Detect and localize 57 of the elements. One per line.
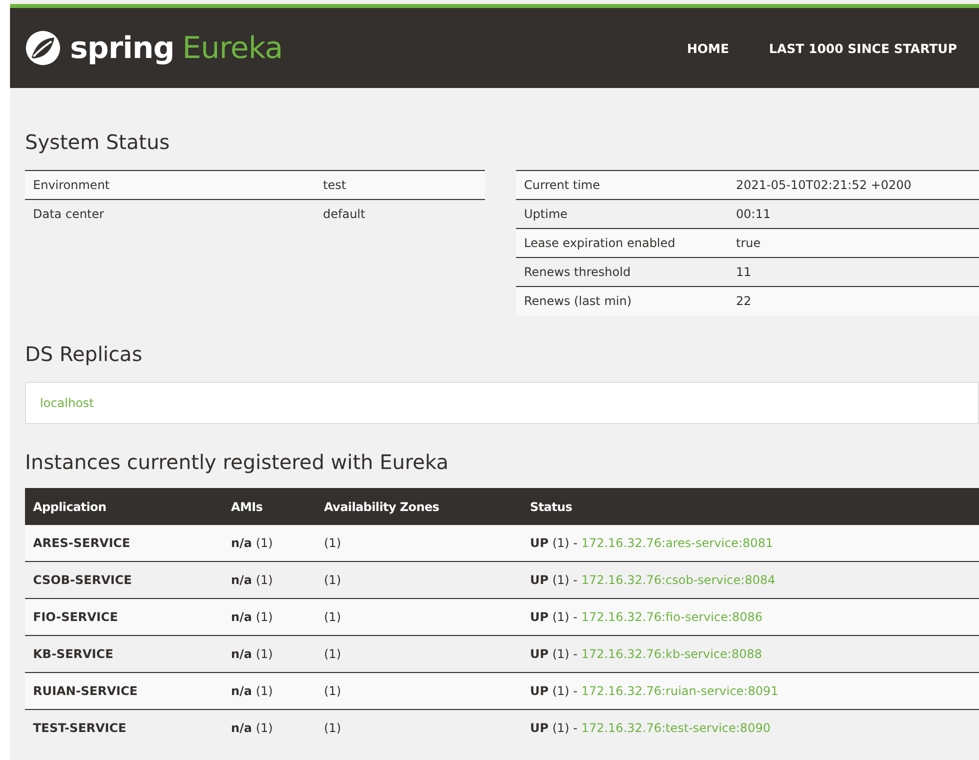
- zones-value: (1): [324, 721, 342, 735]
- spring-leaf-icon: [24, 29, 62, 67]
- zones-value: (1): [324, 647, 342, 661]
- amis-value: n/a (1): [231, 610, 274, 624]
- status-label: Lease expiration enabled: [524, 236, 676, 250]
- column-header: Status: [530, 500, 574, 514]
- section-heading: DS Replicas: [25, 342, 144, 366]
- column-header: Availability Zones: [324, 500, 440, 514]
- status-value: true: [736, 236, 762, 250]
- zones-value: (1): [324, 573, 342, 587]
- status-label: Environment: [33, 178, 111, 192]
- application-name: ARES-SERVICE: [33, 536, 132, 550]
- status-value: default: [323, 207, 366, 221]
- product-name: Eureka: [182, 30, 283, 66]
- status-value: 11: [736, 265, 752, 279]
- status-value: test: [323, 178, 348, 192]
- application-name: CSOB-SERVICE: [33, 573, 133, 587]
- zones-value: (1): [324, 684, 342, 698]
- status-label: Renews threshold: [524, 265, 632, 279]
- instance-status: UP (1) - 172.16.32.76:kb-service:8088: [530, 647, 763, 661]
- column-header: Application: [33, 500, 108, 514]
- status-value: 2021-05-10T02:21:52 +0200: [736, 178, 912, 192]
- application-name: TEST-SERVICE: [33, 721, 128, 735]
- amis-value: n/a (1): [231, 647, 274, 661]
- zones-value: (1): [324, 536, 342, 550]
- brand-name: spring: [70, 30, 174, 66]
- amis-value: n/a (1): [231, 536, 274, 550]
- section-heading: Instances currently registered with Eureka: [25, 450, 450, 474]
- nav-link[interactable]: HOME: [686, 40, 730, 56]
- instance-status: UP (1) - 172.16.32.76:ruian-service:8091: [530, 684, 780, 698]
- status-label: Data center: [33, 207, 106, 221]
- nav-link[interactable]: LAST 1000 SINCE STARTUP: [769, 40, 957, 56]
- instance-link[interactable]: 172.16.32.76:fio-service:8086: [581, 610, 763, 624]
- instance-link[interactable]: 172.16.32.76:ruian-service:8091: [581, 684, 778, 698]
- instance-link[interactable]: 172.16.32.76:test-service:8090: [581, 721, 770, 735]
- status-label: Uptime: [524, 207, 569, 221]
- instance-link[interactable]: 172.16.32.76:ares-service:8081: [581, 536, 774, 550]
- application-name: RUIAN-SERVICE: [33, 684, 139, 698]
- status-value: 00:11: [736, 207, 772, 221]
- zones-value: (1): [324, 610, 342, 624]
- instance-status: UP (1) - 172.16.32.76:test-service:8090: [530, 721, 772, 735]
- instance-status: UP (1) - 172.16.32.76:fio-service:8086: [530, 610, 764, 624]
- application-name: FIO-SERVICE: [33, 610, 119, 624]
- status-label: Renews (last min): [524, 294, 633, 308]
- application-name: KB-SERVICE: [33, 647, 114, 661]
- instance-link[interactable]: 172.16.32.76:kb-service:8088: [581, 647, 762, 661]
- status-value: 22: [736, 294, 752, 308]
- column-header: AMIs: [231, 500, 264, 514]
- instance-link[interactable]: 172.16.32.76:csob-service:8084: [581, 573, 776, 587]
- status-label: Current time: [524, 178, 601, 192]
- amis-value: n/a (1): [231, 573, 274, 587]
- amis-value: n/a (1): [231, 684, 274, 698]
- section-heading: System Status: [25, 130, 171, 154]
- instance-status: UP (1) - 172.16.32.76:csob-service:8084: [530, 573, 776, 587]
- replica-link[interactable]: localhost: [40, 396, 94, 410]
- instance-status: UP (1) - 172.16.32.76:ares-service:8081: [530, 536, 774, 550]
- amis-value: n/a (1): [231, 721, 274, 735]
